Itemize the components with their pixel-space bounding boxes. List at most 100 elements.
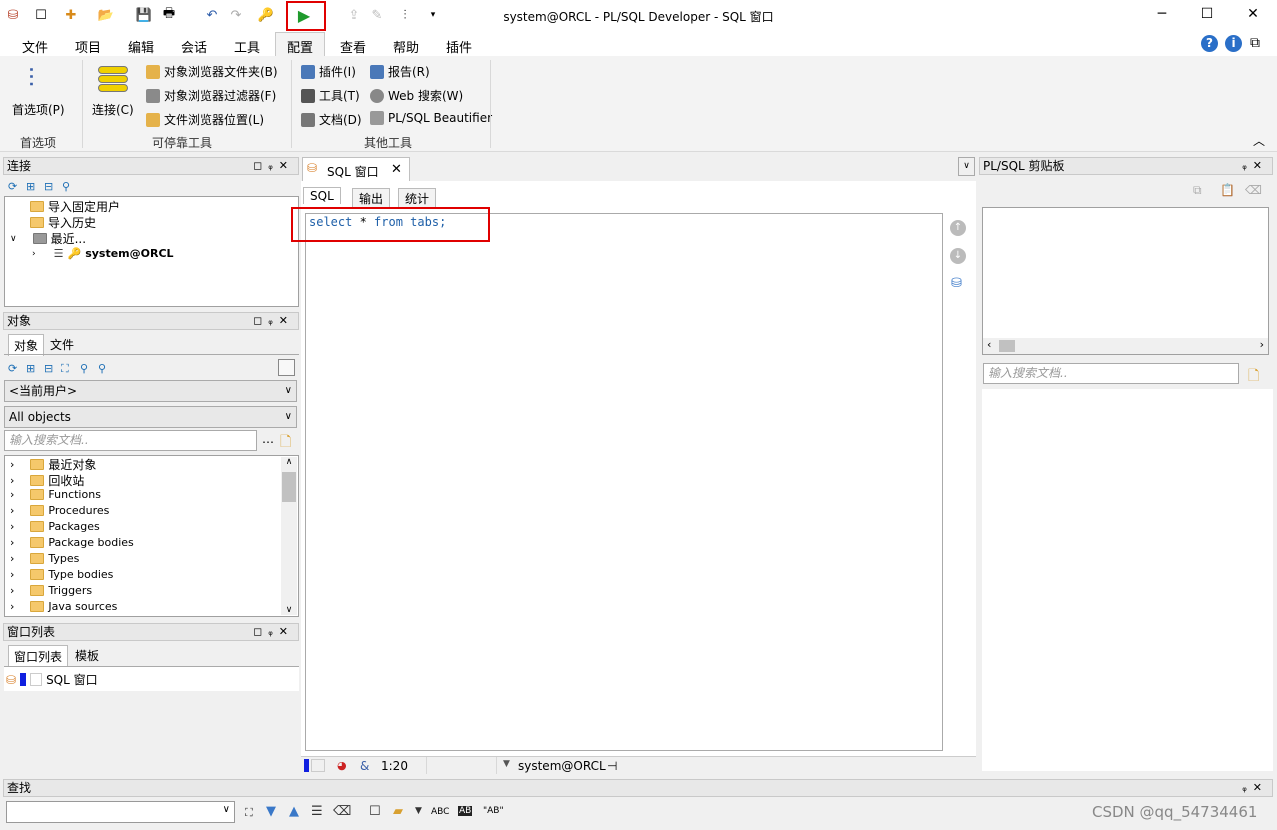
match-case-icon[interactable]: ABC	[431, 807, 449, 817]
plugins-button[interactable]: 插件(I)	[301, 63, 356, 80]
connect-button[interactable]: 连接(C)	[92, 101, 134, 118]
list-icon[interactable]: ☰	[311, 804, 323, 819]
menu-project[interactable]: 项目	[75, 37, 101, 56]
preferences-button[interactable]: 首选项(P)	[12, 101, 65, 118]
docs-button[interactable]: 文档(D)	[301, 111, 362, 128]
tab-objects[interactable]: 对象	[8, 334, 45, 356]
maximize-icon[interactable]: ☐	[1197, 6, 1217, 22]
web-search-button[interactable]: Web 搜索(W)	[370, 87, 463, 104]
find-icon[interactable]: ⛶	[61, 362, 69, 376]
object-tree-item[interactable]: › Procedures	[10, 504, 109, 517]
pin-icon[interactable]: ⊣	[607, 759, 617, 773]
clear-icon[interactable]: ⌫	[1245, 183, 1262, 197]
collapse-ribbon-icon[interactable]: ︿	[1253, 132, 1265, 149]
menu-tools[interactable]: 工具	[234, 37, 260, 56]
minimize-icon[interactable]: ─	[1152, 6, 1172, 22]
clipboard-search-input[interactable]: 输入搜索文档..	[983, 363, 1239, 384]
scroll-down-icon[interactable]: ∨	[281, 605, 297, 615]
scroll-right-icon[interactable]: ›	[1260, 338, 1264, 351]
panel-buttons[interactable]: ◻ᵩ✕	[253, 313, 294, 329]
tree-item[interactable]: 导入历史	[30, 214, 96, 231]
chevron-down-icon[interactable]: ∨	[958, 157, 975, 176]
scroll-left-icon[interactable]: ‹	[987, 338, 991, 351]
filter-icon[interactable]: ⚲	[62, 180, 70, 193]
obj-browser-folder-button[interactable]: 对象浏览器文件夹(B)	[146, 63, 278, 80]
tab-files[interactable]: 文件	[45, 334, 79, 355]
beautifier-button[interactable]: PL/SQL Beautifier	[370, 111, 492, 125]
scrollbar[interactable]: ∧ ∨	[281, 457, 297, 615]
filter-edit-icon[interactable]: ⚲	[98, 362, 106, 375]
menu-view[interactable]: 查看	[340, 37, 366, 56]
refresh-icon[interactable]: ⟳	[8, 362, 17, 375]
menu-file[interactable]: 文件	[22, 37, 48, 56]
find-prev-icon[interactable]: ▲	[289, 804, 299, 819]
panel-buttons[interactable]: ᵩ✕	[1242, 780, 1268, 796]
object-tree-item[interactable]: › 最近对象	[10, 456, 96, 473]
object-tree-item[interactable]: › 回收站	[10, 472, 84, 489]
filter-icon[interactable]: ⚲	[80, 362, 88, 375]
binoculars-icon[interactable]: ⛶	[245, 806, 253, 820]
tree-item[interactable]: ∨ 最近...	[10, 230, 86, 247]
user-select[interactable]: <当前用户> ∨	[4, 380, 297, 402]
file-browser-location-button[interactable]: 文件浏览器位置(L)	[146, 111, 264, 128]
scroll-up-icon[interactable]: ∧	[281, 457, 297, 467]
tree-item-connection[interactable]: › ☰ 🔑 system@ORCL	[32, 247, 174, 260]
tab-sql[interactable]: SQL	[303, 187, 341, 204]
checkbox[interactable]	[278, 359, 295, 376]
tab-statistics[interactable]: 统计	[398, 188, 437, 209]
close-tab-icon[interactable]: ✕	[391, 162, 402, 177]
tab-output[interactable]: 输出	[352, 188, 391, 209]
scroll-thumb[interactable]	[282, 472, 296, 502]
menu-config[interactable]: 配置	[287, 37, 313, 56]
panel-buttons[interactable]: ◻ᵩ✕	[253, 158, 294, 174]
object-tree-item[interactable]: › Java sources	[10, 600, 117, 613]
clipboard-icon[interactable]: ⛁	[951, 276, 962, 291]
expand-icon[interactable]: ⊞	[26, 180, 35, 193]
refresh-icon[interactable]: ⟳	[8, 180, 17, 193]
quoted-match-icon[interactable]: "AB"	[483, 806, 504, 816]
find-next-icon[interactable]: ▼	[266, 804, 276, 819]
h-scrollbar[interactable]: ‹ ›	[983, 338, 1268, 354]
expand-icon[interactable]: ⊞	[26, 362, 35, 375]
menu-help[interactable]: 帮助	[393, 37, 419, 56]
object-tree-item[interactable]: › Type bodies	[10, 568, 113, 581]
whole-word-icon[interactable]: AB	[458, 806, 473, 816]
report-button[interactable]: 报告(R)	[370, 63, 430, 80]
chevron-down-icon[interactable]: ▼	[503, 759, 510, 769]
arrow-down-icon[interactable]: ↓	[950, 248, 966, 264]
more-icon[interactable]: …	[262, 432, 274, 446]
panel-buttons[interactable]: ◻ᵩ✕	[253, 624, 294, 640]
close-icon[interactable]: ✕	[1243, 6, 1263, 22]
folder-icon[interactable]: ▰	[393, 804, 403, 819]
help-icon[interactable]: ?	[1201, 35, 1218, 52]
chevron-down-icon[interactable]: ▼	[415, 806, 422, 816]
panel-buttons[interactable]: ᵩ✕	[1242, 158, 1268, 174]
tab-window-list[interactable]: 窗口列表	[8, 645, 69, 667]
tab-templates[interactable]: 模板	[70, 645, 104, 666]
collapse-icon[interactable]: ⊟	[44, 180, 53, 193]
window-list-item[interactable]: ⛁ SQL 窗口	[6, 671, 98, 688]
new-document-icon[interactable]: 🗋	[280, 431, 291, 455]
info-icon[interactable]: i	[1225, 35, 1242, 52]
tree-item[interactable]: 导入固定用户	[30, 198, 120, 215]
object-tree-item[interactable]: › Triggers	[10, 584, 92, 597]
menu-plugins[interactable]: 插件	[446, 37, 472, 56]
eraser-icon[interactable]: ⌫	[333, 804, 351, 819]
object-filter-select[interactable]: All objects ∨	[4, 406, 297, 428]
sql-editor[interactable]	[305, 213, 943, 751]
menu-session[interactable]: 会话	[181, 37, 207, 56]
find-input[interactable]: ∨	[6, 801, 235, 823]
new-document-icon[interactable]: 🗋	[1248, 365, 1259, 389]
status-connection[interactable]: system@ORCL	[518, 759, 606, 773]
object-tree-item[interactable]: › Types	[10, 552, 79, 565]
object-tree-item[interactable]: › Packages	[10, 520, 100, 533]
object-tree-item[interactable]: › Package bodies	[10, 536, 134, 549]
menu-edit[interactable]: 编辑	[128, 37, 154, 56]
restore-icon[interactable]: ⧉	[1250, 35, 1260, 51]
arrow-up-icon[interactable]: ↑	[950, 220, 966, 236]
window-icon[interactable]: ☐	[369, 804, 381, 819]
tools-button[interactable]: 工具(T)	[301, 87, 360, 104]
paste-icon[interactable]: 📋	[1220, 183, 1235, 197]
object-tree-item[interactable]: › Functions	[10, 488, 101, 501]
scroll-thumb[interactable]	[999, 340, 1015, 352]
